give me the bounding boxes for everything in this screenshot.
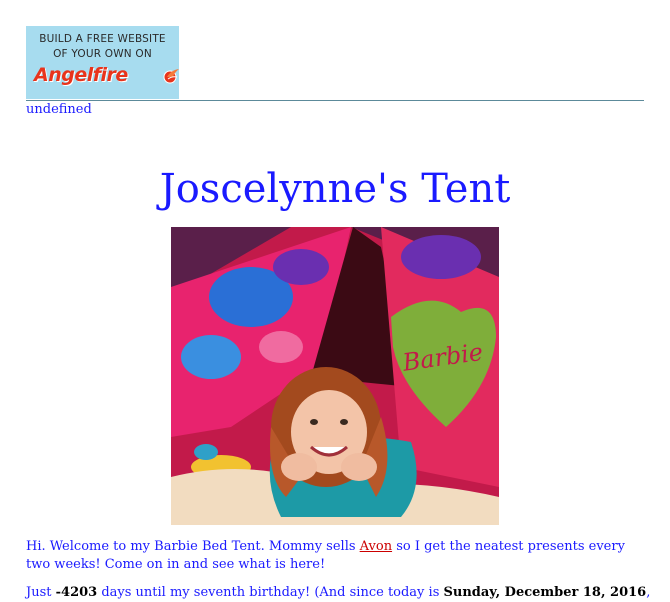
flame-icon: [163, 69, 179, 84]
banner-line-1: BUILD A FREE WEBSITE: [39, 33, 166, 45]
welcome-text-start: Hi. Welcome to my Barbie Bed Tent. Mommy…: [26, 539, 360, 554]
banner-line-2: OF YOUR OWN ON: [53, 48, 152, 60]
countdown-prefix: Just: [26, 585, 56, 600]
undefined-link[interactable]: undefined: [26, 102, 92, 117]
avon-link[interactable]: Avon: [360, 539, 392, 554]
angelfire-logo-text: Angelfire: [34, 64, 128, 86]
welcome-paragraph: Hi. Welcome to my Barbie Bed Tent. Mommy…: [26, 538, 640, 574]
countdown-days: -4203: [55, 585, 98, 600]
header-divider: [26, 100, 644, 101]
countdown-suffix: ,: [646, 585, 651, 600]
countdown-paragraph: Just -4203 days until my seventh birthda…: [26, 584, 666, 602]
countdown-middle: days until my seventh birthday! (And sin…: [97, 585, 444, 600]
countdown-date: Sunday, December 18, 2016: [443, 585, 647, 600]
angelfire-banner[interactable]: BUILD A FREE WEBSITE OF YOUR OWN ON Ange…: [26, 26, 179, 99]
page-title: Joscelynne's Tent: [159, 166, 511, 212]
photo-girl-in-tent: Barbie: [171, 227, 499, 525]
